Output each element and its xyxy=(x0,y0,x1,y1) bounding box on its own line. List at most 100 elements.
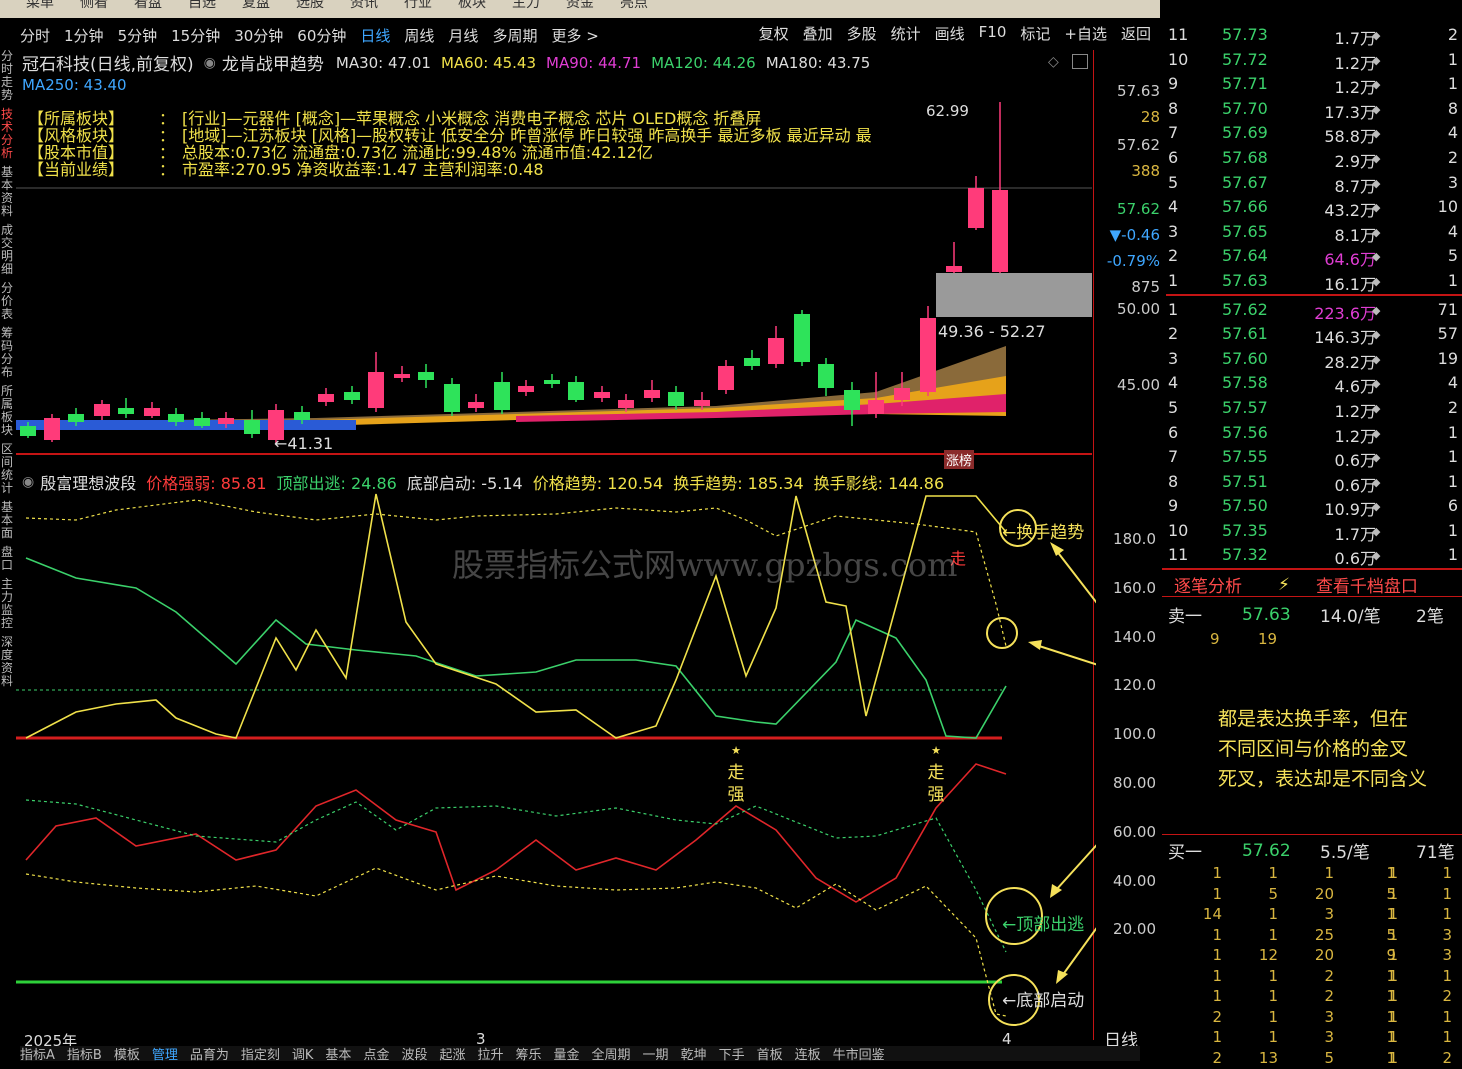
stock-title[interactable]: 冠石科技(日线,前复权) xyxy=(22,50,194,75)
tick-tabs: 逐笔分析 ⚡ 查看千档盘口 xyxy=(1174,572,1418,597)
left-nav-item[interactable]: 技术分析 xyxy=(0,108,14,160)
left-nav-item[interactable]: 所属板块 xyxy=(0,385,14,437)
bottom-tab[interactable]: 首板 xyxy=(757,1046,783,1061)
bottom-tab[interactable]: 全周期 xyxy=(592,1046,631,1061)
left-nav-item[interactable]: 深度资料 xyxy=(0,636,14,688)
bottom-tab[interactable]: 波段 xyxy=(401,1046,427,1061)
top-menu-item[interactable]: 行业 xyxy=(404,0,432,12)
top-menu-item[interactable]: 板块 xyxy=(458,0,486,12)
buy-queue-cell: 1 xyxy=(1212,987,1222,1005)
book-row[interactable]: 857.7017.3万◆8 xyxy=(1166,96,1462,121)
top-menu-item[interactable]: 主力 xyxy=(512,0,540,12)
book-row[interactable]: 157.62223.6万◆71 xyxy=(1166,297,1462,322)
bottom-tab[interactable]: 乾坤 xyxy=(681,1046,707,1061)
bottom-tab[interactable]: 连板 xyxy=(795,1046,821,1061)
tick-analysis-tab[interactable]: 逐笔分析 xyxy=(1174,572,1242,597)
book-row[interactable]: 957.711.2万◆1 xyxy=(1166,71,1462,96)
book-row[interactable]: 357.658.1万◆4 xyxy=(1166,219,1462,244)
left-nav-item[interactable]: 分价表 xyxy=(0,282,14,321)
bottom-tab[interactable]: 量金 xyxy=(554,1046,580,1061)
left-nav-item[interactable]: 盘口 xyxy=(0,546,14,572)
tool-button[interactable]: 多股 xyxy=(844,23,880,44)
bottom-tab[interactable]: 管理 xyxy=(152,1046,178,1061)
left-nav-item[interactable]: 区间统计 xyxy=(0,443,14,495)
period-tab[interactable]: 1分钟 xyxy=(64,25,104,46)
indicator-toggle-icon[interactable]: ◉ xyxy=(22,474,34,490)
book-row[interactable]: 457.584.6万◆4 xyxy=(1166,370,1462,395)
tool-button[interactable]: 叠加 xyxy=(800,23,836,44)
book-row[interactable]: 257.6464.6万◆5 xyxy=(1166,243,1462,268)
top-menu-item[interactable]: 复盘 xyxy=(242,0,270,12)
bottom-tab[interactable]: 牛市回鉴 xyxy=(833,1046,885,1061)
bottom-tab[interactable]: 指定刻 xyxy=(241,1046,280,1061)
bottom-tab[interactable]: 拉升 xyxy=(477,1046,503,1061)
book-row[interactable]: 557.571.2万◆2 xyxy=(1166,395,1462,420)
tool-button[interactable]: 返回 xyxy=(1118,23,1154,44)
tool-button[interactable]: F10 xyxy=(976,23,1010,44)
bottom-tab[interactable]: 起涨 xyxy=(439,1046,465,1061)
indicator-toggle-icon[interactable]: ◉ xyxy=(204,55,216,71)
period-tab[interactable]: 多周期 xyxy=(492,25,537,46)
book-row[interactable]: 1157.731.7万◆2 xyxy=(1166,22,1462,47)
main-indicator-name[interactable]: 龙肯战甲趋势 xyxy=(222,50,324,75)
left-nav-item[interactable]: 筹码分布 xyxy=(0,327,14,379)
bottom-tab[interactable]: 指标B xyxy=(67,1046,102,1061)
bottom-tab[interactable]: 一期 xyxy=(643,1046,669,1061)
left-nav-item[interactable]: 分时走势 xyxy=(0,50,14,102)
top-menu-item[interactable]: 看盘 xyxy=(134,0,162,12)
tool-button[interactable]: 统计 xyxy=(888,23,924,44)
candlestick-chart[interactable] xyxy=(16,96,1096,476)
tool-button[interactable]: 画线 xyxy=(932,23,968,44)
diamond-icon[interactable]: ◇ xyxy=(1048,54,1059,70)
book-row[interactable]: 957.5010.9万◆6 xyxy=(1166,493,1462,518)
period-tab[interactable]: 30分钟 xyxy=(234,25,283,46)
book-row[interactable]: 257.61146.3万◆57 xyxy=(1166,321,1462,346)
book-row[interactable]: 657.561.2万◆1 xyxy=(1166,420,1462,445)
period-tab[interactable]: 60分钟 xyxy=(297,25,346,46)
book-count: 71 xyxy=(1438,300,1458,319)
top-menu-item[interactable]: 亮点 xyxy=(620,0,648,12)
book-row[interactable]: 757.6958.8万◆4 xyxy=(1166,120,1462,145)
period-tab[interactable]: 日线 xyxy=(360,25,390,46)
bottom-tab[interactable]: 筹乐 xyxy=(516,1046,542,1061)
book-row[interactable]: 1057.351.7万◆1 xyxy=(1166,518,1462,543)
bottom-tab[interactable]: 点金 xyxy=(363,1046,389,1061)
bottom-tab[interactable]: 下手 xyxy=(719,1046,745,1061)
tool-button[interactable]: 标记 xyxy=(1017,23,1053,44)
bottom-tab[interactable]: 基本 xyxy=(325,1046,351,1061)
left-nav-item[interactable]: 成交明细 xyxy=(0,224,14,276)
book-row[interactable]: 657.682.9万◆2 xyxy=(1166,145,1462,170)
period-tab[interactable]: 月线 xyxy=(448,25,478,46)
book-row[interactable]: 557.678.7万◆3 xyxy=(1166,170,1462,195)
bottom-tab[interactable]: 指标A xyxy=(20,1046,55,1061)
panel-toggle-icon[interactable] xyxy=(1072,54,1088,69)
book-row[interactable]: 457.6643.2万◆10 xyxy=(1166,194,1462,219)
top-menu-item[interactable]: 自选 xyxy=(188,0,216,12)
period-tab[interactable]: 周线 xyxy=(404,25,434,46)
top-menu-item[interactable]: 菜单 xyxy=(26,0,54,12)
book-row[interactable]: 857.510.6万◆1 xyxy=(1166,469,1462,494)
ma-value: MA30: 47.01 xyxy=(336,54,431,72)
left-nav-item[interactable]: 基本面 xyxy=(0,501,14,540)
left-nav-item[interactable]: 主力监控 xyxy=(0,578,14,630)
tool-button[interactable]: +自选 xyxy=(1061,23,1110,44)
bottom-tab[interactable]: 品育为 xyxy=(190,1046,229,1061)
book-row[interactable]: 357.6028.2万◆19 xyxy=(1166,346,1462,371)
top-menu-item[interactable]: 资金 xyxy=(566,0,594,12)
bottom-tab[interactable]: 模板 xyxy=(114,1046,140,1061)
top-menu-item[interactable]: 选股 xyxy=(296,0,324,12)
book-row[interactable]: 1057.721.2万◆1 xyxy=(1166,47,1462,72)
top-menu-item[interactable]: 侧看 xyxy=(80,0,108,12)
period-tab[interactable]: 分时 xyxy=(20,25,50,46)
top-menu-item[interactable]: 资讯 xyxy=(350,0,378,12)
period-tab[interactable]: 5分钟 xyxy=(118,25,158,46)
book-row[interactable]: 157.6316.1万◆1 xyxy=(1166,268,1462,293)
left-nav-item[interactable]: 基本资料 xyxy=(0,166,14,218)
period-tab[interactable]: 15分钟 xyxy=(171,25,220,46)
book-row[interactable]: 757.550.6万◆1 xyxy=(1166,444,1462,469)
bottom-tab[interactable]: 调K xyxy=(292,1046,314,1061)
book-row[interactable]: 1157.320.6万◆1 xyxy=(1166,542,1462,567)
tool-button[interactable]: 复权 xyxy=(756,23,792,44)
depth-book-tab[interactable]: 查看千档盘口 xyxy=(1316,572,1418,597)
period-tab[interactable]: 更多 > xyxy=(551,25,598,46)
